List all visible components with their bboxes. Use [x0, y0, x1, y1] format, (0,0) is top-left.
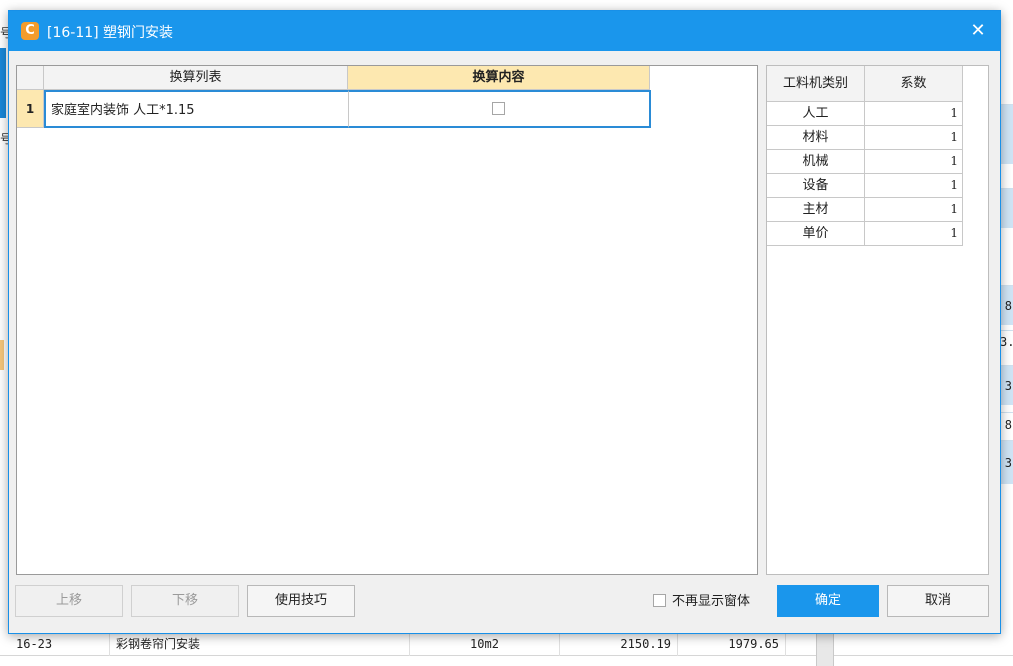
column-header-category[interactable]: 工料机类别: [767, 66, 865, 102]
background-right-cell: 8: [1000, 285, 1013, 325]
factor-cell[interactable]: 1: [865, 174, 963, 197]
background-cell-unit: 10m2: [410, 632, 560, 656]
conversion-grid-header: 换算列表 换算内容: [17, 66, 757, 90]
category-cell: 人工: [767, 102, 865, 125]
conversion-content-cell[interactable]: [348, 90, 651, 128]
move-up-button[interactable]: 上移: [15, 585, 123, 617]
background-cell-value-1: 2150.19: [560, 632, 678, 656]
dont-show-again-checkbox[interactable]: [653, 594, 666, 607]
table-row[interactable]: 材料 1: [767, 126, 963, 150]
conversion-checkbox[interactable]: [492, 102, 505, 115]
factor-cell[interactable]: 1: [865, 102, 963, 125]
dont-show-again-option[interactable]: 不再显示窗体: [653, 593, 750, 611]
table-row[interactable]: 人工 1: [767, 102, 963, 126]
screen: 8 3. 3 8 3 号 号 16-23 彩钢卷帘门安装 10m2 2150.1…: [0, 0, 1013, 666]
background-table-row: 16-23 彩钢卷帘门安装 10m2 2150.19 1979.65: [0, 632, 1013, 656]
background-right-cell: 3.: [1000, 330, 1013, 352]
factor-grid: 工料机类别 系数 人工 1 材料 1 机械 1 设备 1 主材 1 单价 1: [766, 65, 989, 575]
background-right-cell: 8: [1000, 412, 1013, 436]
background-right-cell: 3: [1000, 440, 1013, 484]
close-icon[interactable]: ✕: [966, 19, 990, 43]
column-header-factor[interactable]: 系数: [865, 66, 963, 102]
conversion-item-cell[interactable]: 家庭室内装饰 人工*1.15: [44, 90, 348, 128]
column-header-conversion-list[interactable]: 换算列表: [44, 66, 348, 90]
factor-grid-header: 工料机类别 系数: [767, 66, 965, 102]
dialog-titlebar[interactable]: C [16-11] 塑钢门安装 ✕: [9, 11, 1000, 51]
background-cell-name: 彩钢卷帘门安装: [110, 632, 410, 656]
category-cell: 设备: [767, 174, 865, 197]
background-cell-code: 16-23: [10, 632, 110, 656]
table-row[interactable]: 单价 1: [767, 222, 963, 246]
row-number: 1: [17, 90, 44, 128]
table-row[interactable]: 设备 1: [767, 174, 963, 198]
category-cell: 单价: [767, 222, 865, 245]
dialog-title: [16-11] 塑钢门安装: [47, 25, 174, 41]
background-left-orange-bar: [0, 340, 4, 370]
background-right-cell: [1000, 104, 1013, 164]
move-down-button[interactable]: 下移: [131, 585, 239, 617]
dont-show-again-label: 不再显示窗体: [672, 594, 751, 609]
background-scrollbar: [816, 632, 834, 666]
background-right-cell: 3: [1000, 365, 1013, 405]
grid-corner-cell: [17, 66, 44, 90]
factor-cell[interactable]: 1: [865, 150, 963, 173]
table-row[interactable]: 1 家庭室内装饰 人工*1.15: [17, 90, 757, 128]
background-left-blue-bar: [0, 48, 6, 118]
category-cell: 材料: [767, 126, 865, 149]
factor-cell[interactable]: 1: [865, 126, 963, 149]
column-header-conversion-content[interactable]: 换算内容: [348, 66, 650, 90]
cancel-button[interactable]: 取消: [887, 585, 989, 617]
usage-tips-button[interactable]: 使用技巧: [247, 585, 355, 617]
background-left-fragment: 号: [0, 132, 8, 146]
app-logo-icon: C: [21, 22, 39, 40]
table-row[interactable]: 主材 1: [767, 198, 963, 222]
background-cell-value-2: 1979.65: [678, 632, 786, 656]
conversion-dialog: C [16-11] 塑钢门安装 ✕ 换算列表 换算内容 1 家庭室内装饰 人工*…: [8, 10, 1001, 634]
category-cell: 机械: [767, 150, 865, 173]
factor-cell[interactable]: 1: [865, 198, 963, 221]
category-cell: 主材: [767, 198, 865, 221]
background-right-cell: [1000, 188, 1013, 228]
background-left-fragment: 号: [0, 26, 8, 40]
table-row[interactable]: 机械 1: [767, 150, 963, 174]
dialog-content: 换算列表 换算内容 1 家庭室内装饰 人工*1.15 工料机类别 系数 人工 1…: [16, 65, 989, 575]
ok-button[interactable]: 确定: [777, 585, 879, 617]
conversion-grid: 换算列表 换算内容 1 家庭室内装饰 人工*1.15: [16, 65, 758, 575]
factor-cell[interactable]: 1: [865, 222, 963, 245]
